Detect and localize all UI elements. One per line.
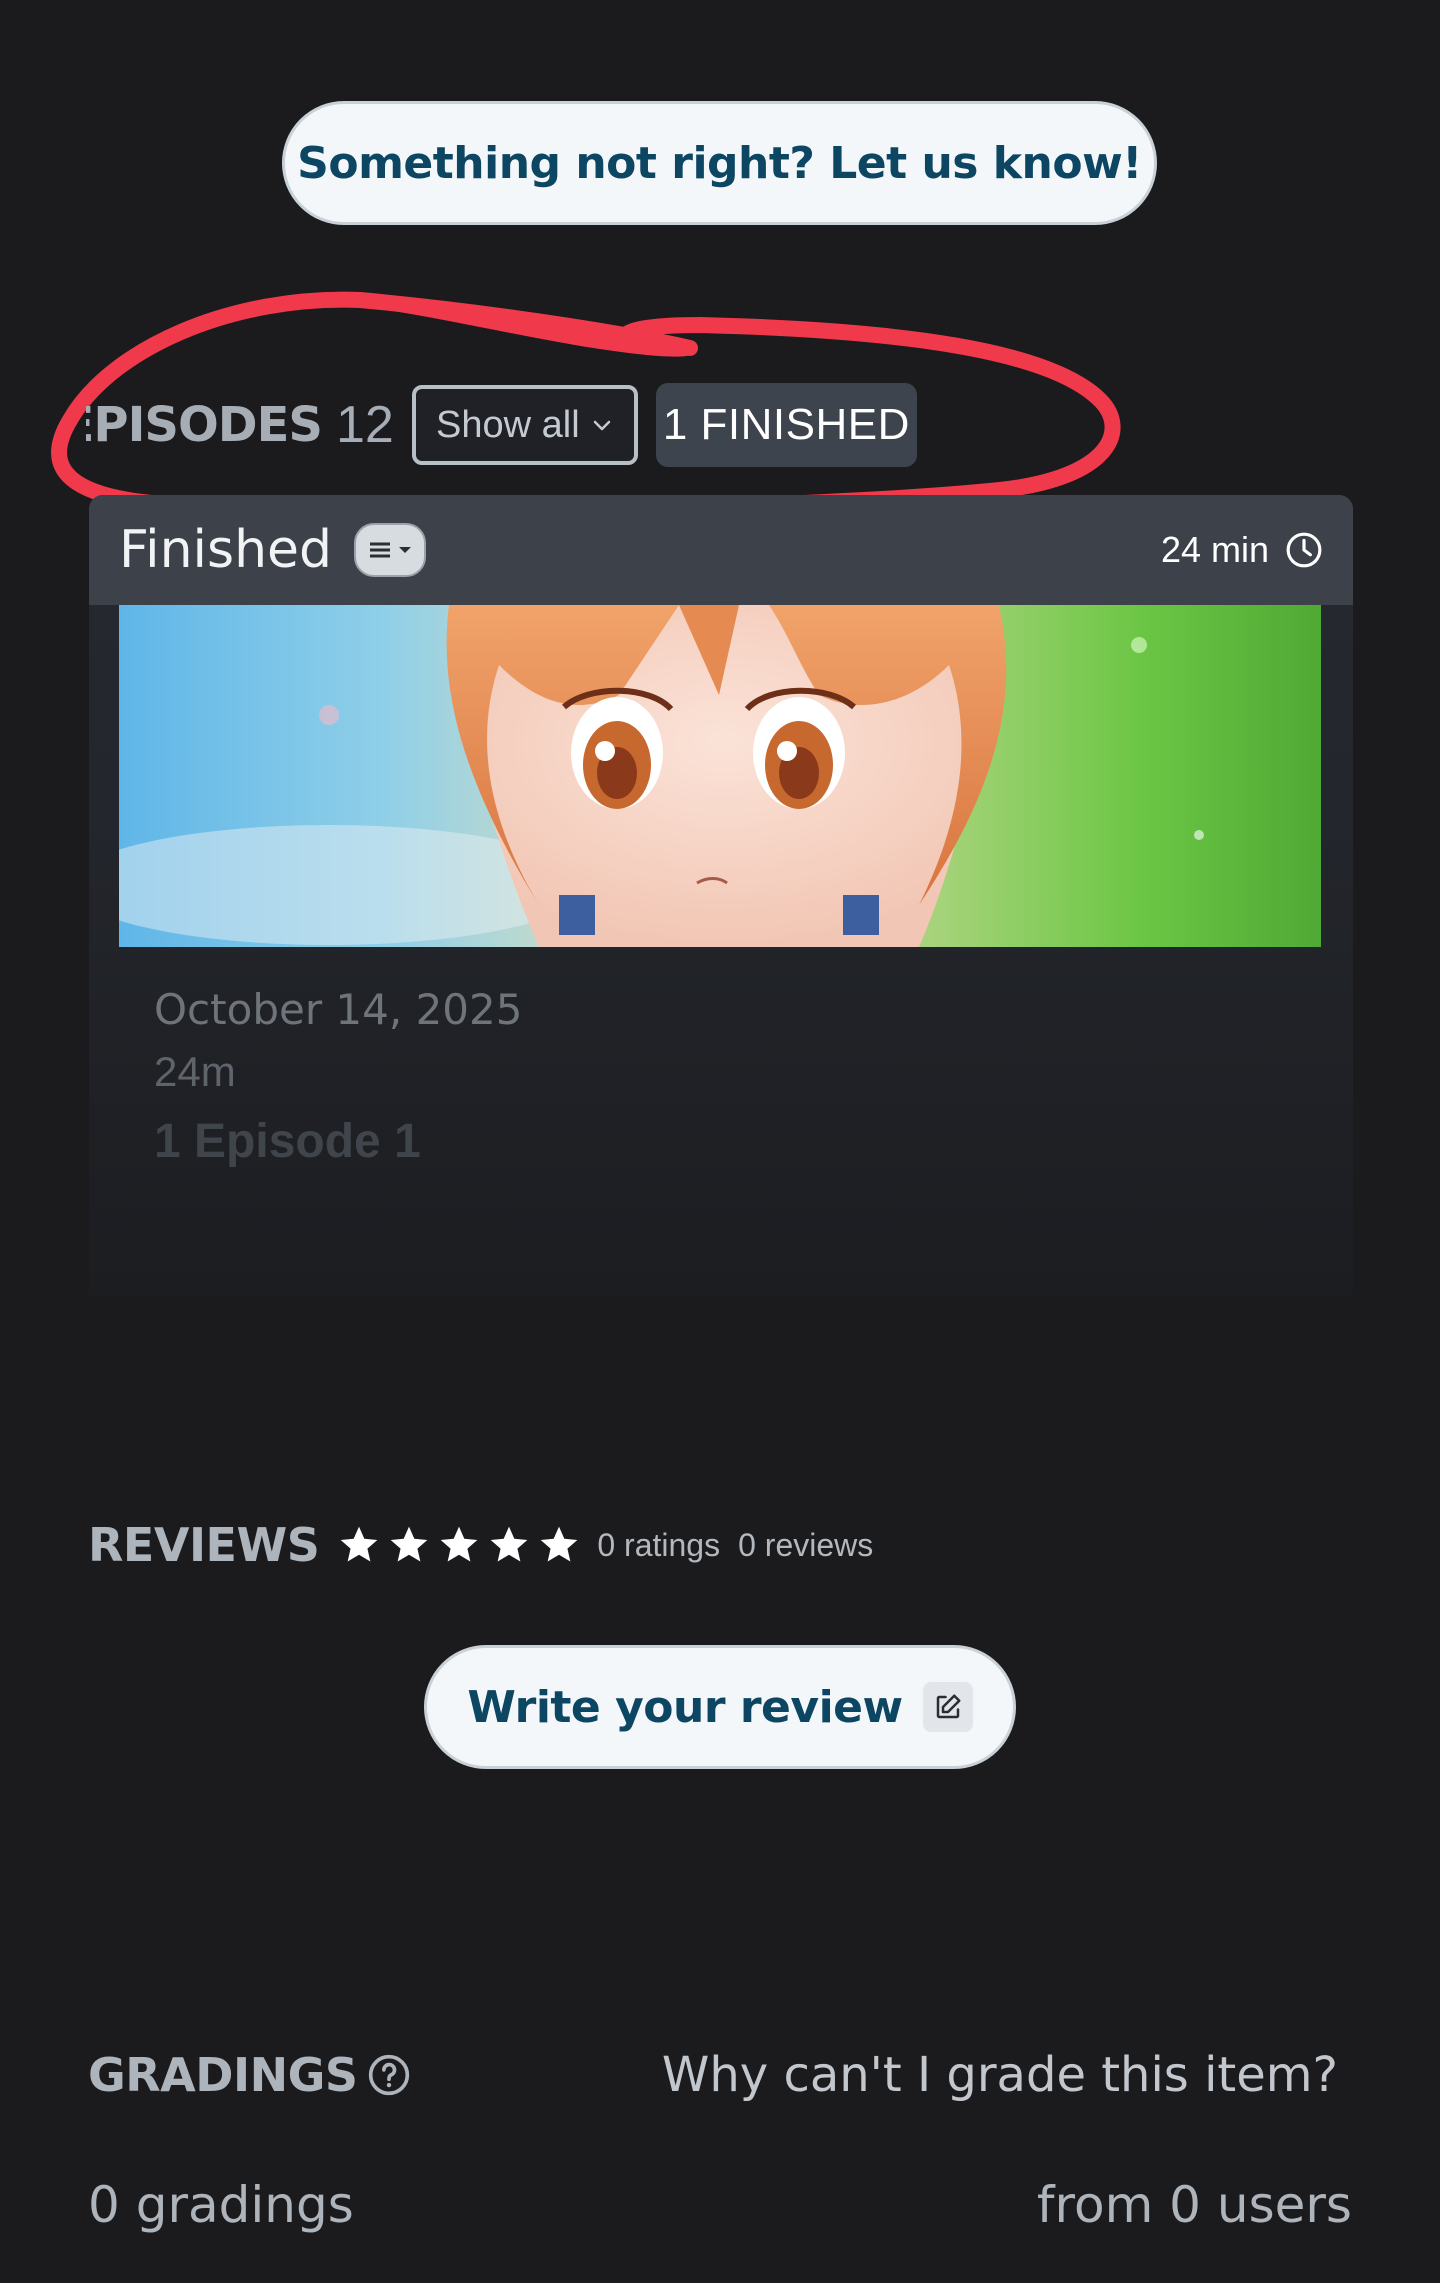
list-icon [370, 542, 391, 558]
gradings-count: 0 gradings [88, 2176, 354, 2234]
episode-duration-text: 24 min [1160, 529, 1269, 570]
star-icon [391, 1526, 428, 1562]
star-icon [441, 1526, 478, 1562]
episode-card-header-title: Finished [119, 520, 333, 580]
edit-external-icon [922, 1682, 973, 1732]
reviews-row: REVIEWS 0 ratings 0 reviews [88, 1510, 873, 1580]
gradings-title: GRADINGS [88, 2048, 358, 2102]
star-icon [341, 1526, 378, 1562]
episode-date: October 14, 2025 [154, 985, 523, 1034]
reviews-title: REVIEWS [88, 1518, 320, 1572]
anime-girl-image [119, 605, 1204, 947]
episode-filter-select[interactable]: Show all [411, 385, 638, 465]
ratings-count: 0 ratings [597, 1526, 721, 1563]
episode-title[interactable]: 1 Episode 1 [154, 1114, 522, 1169]
episode-meta: October 14, 2025 24m 1 Episode 1 [154, 985, 522, 1169]
sort-menu-button[interactable] [354, 523, 427, 577]
episodes-header: EPISODES 12 Show all 1 FINISHED [86, 380, 946, 470]
reviews-count: 0 reviews [738, 1526, 874, 1563]
episode-thumbnail[interactable] [119, 605, 1321, 947]
write-review-label: Write your review [467, 1681, 903, 1733]
gradings-row: GRADINGS Why can't I grade this item? [88, 2040, 1338, 2110]
finished-filter-button[interactable]: 1 FINISHED [655, 383, 917, 467]
grading-stats: 0 gradings from 0 users [88, 2176, 1352, 2236]
episode-duration: 24 min [1161, 495, 1323, 605]
feedback-button[interactable]: Something not right? Let us know! [282, 101, 1157, 225]
episodes-count: 12 [336, 396, 394, 454]
star-rating [337, 1523, 581, 1567]
episode-card[interactable]: Finished 24 min October 14, 2025 24m 1 E… [89, 495, 1353, 1295]
caret-down-icon [399, 547, 412, 553]
episode-filter-value: Show all [436, 403, 580, 446]
episode-card-header: Finished 24 min [89, 495, 1353, 605]
star-icon [541, 1526, 578, 1562]
star-icon [491, 1526, 528, 1562]
episode-length: 24m [154, 1048, 236, 1095]
write-review-button[interactable]: Write your review [424, 1645, 1016, 1769]
chevron-down-icon [593, 420, 610, 431]
help-icon[interactable] [367, 2053, 411, 2097]
why-cant-grade-link[interactable]: Why can't I grade this item? [662, 2047, 1338, 2103]
gradings-users: from 0 users [1036, 2176, 1352, 2234]
clock-icon [1286, 532, 1322, 568]
episodes-title: EPISODES [86, 397, 322, 453]
